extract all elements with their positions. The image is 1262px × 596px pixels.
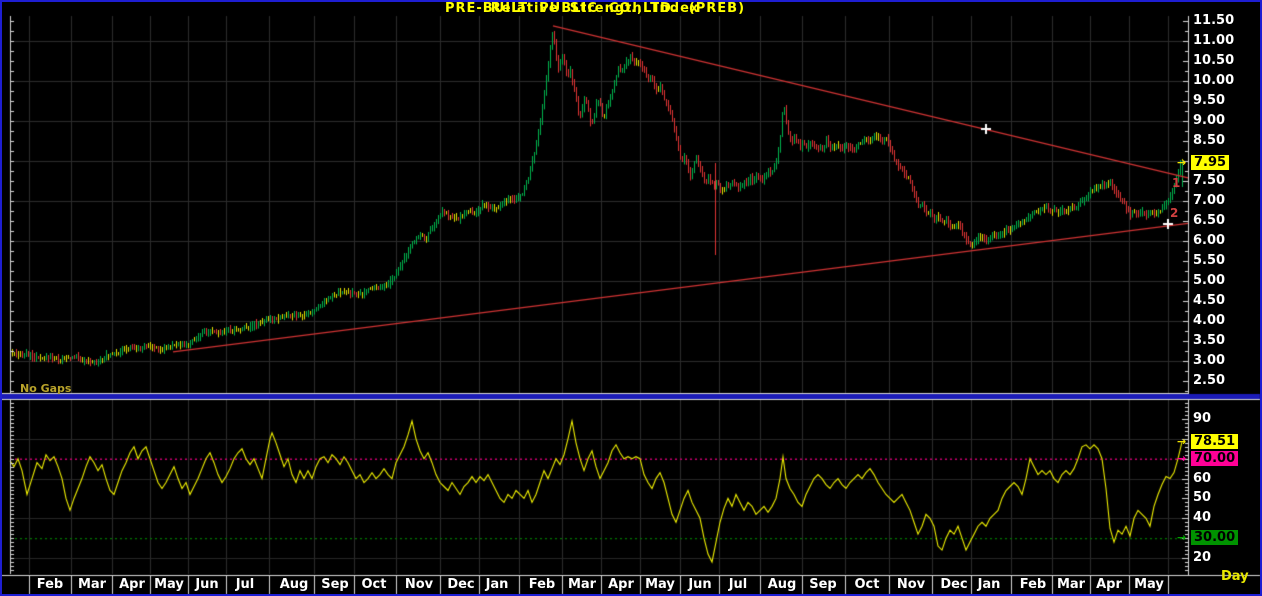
rsi-threshold-badge-30: 30.00: [1191, 530, 1239, 545]
rsi-threshold-badge-70: 70.00: [1191, 451, 1239, 466]
price-axis-label: 9.50: [1193, 93, 1226, 108]
x-axis-month-label: Sep: [321, 577, 349, 592]
rsi-axis-label: 50: [1193, 490, 1212, 505]
x-axis-month-label: Aug: [279, 577, 309, 592]
chart-window: PRE-BUILT PUBLIC CO.,LTD. (PREB) Relativ…: [0, 0, 1262, 596]
x-axis-month-label: Jan: [485, 577, 509, 592]
no-gaps-label: No Gaps: [20, 382, 72, 395]
rsi-axis-label: 20: [1193, 550, 1212, 565]
price-axis-label: 5.00: [1193, 273, 1226, 288]
price-axis-label: 6.00: [1193, 233, 1226, 248]
x-axis-month-label: Nov: [896, 577, 926, 592]
x-axis-month-label: Mar: [77, 577, 107, 592]
price-axis-label: 5.50: [1193, 253, 1226, 268]
price-axis-label: 4.50: [1193, 293, 1226, 308]
chart-canvas[interactable]: [2, 2, 1260, 594]
x-axis-month-label: Apr: [1096, 577, 1122, 592]
x-axis-month-label: Oct: [361, 577, 387, 592]
x-axis-month-label: Jan: [977, 577, 1001, 592]
rsi-threshold-arrow-icon: →: [1177, 452, 1187, 465]
rsi-axis-label: 40: [1193, 510, 1212, 525]
x-axis-month-label: Feb: [528, 577, 556, 592]
price-axis-label: 6.50: [1193, 213, 1226, 228]
x-axis-month-label: Nov: [404, 577, 434, 592]
x-axis-month-label: Jul: [728, 577, 748, 592]
x-axis-month-label: Oct: [854, 577, 880, 592]
price-axis-label: 3.00: [1193, 353, 1226, 368]
x-axis-month-label: May: [1134, 577, 1164, 592]
x-axis-month-label: Aug: [767, 577, 797, 592]
x-axis-month-label: Mar: [567, 577, 597, 592]
price-axis-label: 7.50: [1193, 173, 1226, 188]
x-axis-month-label: Feb: [36, 577, 64, 592]
price-axis-label: 2.50: [1193, 373, 1226, 388]
price-axis-label: 4.00: [1193, 313, 1226, 328]
interval-label[interactable]: Day: [1221, 570, 1249, 583]
price-axis-label: 11.00: [1193, 33, 1235, 48]
x-axis-month-label: May: [645, 577, 675, 592]
x-axis-month-label: Sep: [809, 577, 837, 592]
price-axis-label: 3.50: [1193, 333, 1226, 348]
price-axis-label: 10.00: [1193, 73, 1235, 88]
rsi-axis-label: 90: [1193, 411, 1212, 426]
trendline-1-marker[interactable]: 1: [1172, 177, 1180, 189]
price-axis-label: 8.50: [1193, 133, 1226, 148]
trendline-2-marker[interactable]: 2: [1170, 207, 1178, 219]
rsi-threshold-arrow-icon: →: [1177, 531, 1187, 544]
price-axis-label: 11.50: [1193, 13, 1235, 28]
rsi-title: Relative Strength Index: [490, 1, 700, 16]
x-axis-month-label: Jul: [235, 577, 255, 592]
last-price-arrow-icon: →: [1177, 156, 1187, 169]
rsi-arrow-icon: →: [1177, 435, 1187, 448]
last-price-badge: 7.95: [1191, 155, 1230, 170]
price-axis-label: 10.50: [1193, 53, 1235, 68]
rsi-last-value-badge: 78.51: [1191, 434, 1239, 449]
price-axis-label: 7.00: [1193, 193, 1226, 208]
x-axis-month-label: Apr: [608, 577, 634, 592]
rsi-axis-label: 60: [1193, 471, 1212, 486]
price-axis-label: 9.00: [1193, 113, 1226, 128]
